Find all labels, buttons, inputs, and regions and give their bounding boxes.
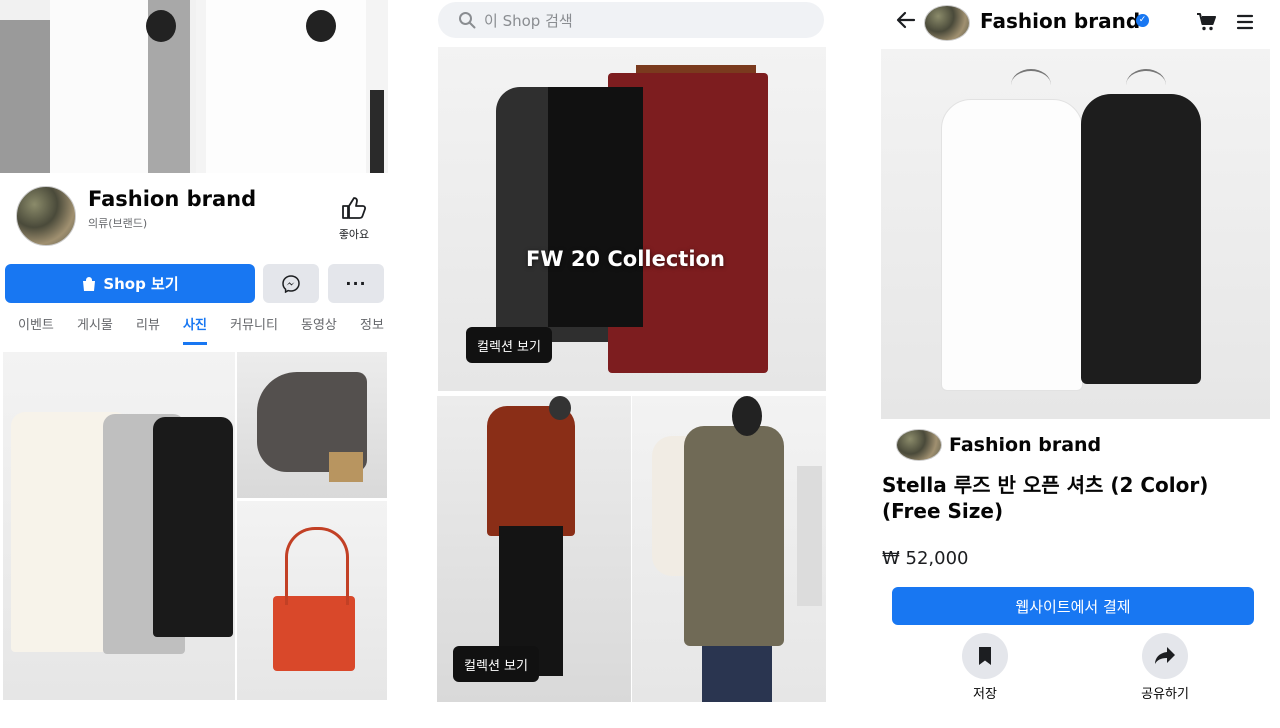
cover-photo-left[interactable] [0, 0, 196, 173]
back-arrow-icon [896, 11, 916, 29]
photo-sweaters[interactable] [3, 352, 235, 700]
menu-button[interactable] [1236, 13, 1256, 33]
product-title: Stella 루즈 반 오픈 셔츠 (2 Color) (Free Size) [882, 473, 1209, 523]
search-icon [459, 12, 476, 29]
tab-reviews[interactable]: 리뷰 [136, 314, 160, 345]
view-collection-label-2: 컬렉션 보기 [464, 658, 528, 674]
like-label: 좋아요 [338, 228, 370, 241]
share-label: 공유하기 [1141, 687, 1189, 702]
back-button[interactable] [896, 10, 918, 32]
page-name: Fashion brand [88, 187, 257, 211]
header-avatar[interactable] [924, 5, 970, 41]
messenger-icon [282, 274, 300, 293]
tab-posts[interactable]: 게시물 [77, 314, 113, 345]
photo-bag[interactable] [237, 501, 387, 700]
thumbs-up-icon [342, 197, 367, 219]
shop-button-label: Shop 보기 [103, 275, 179, 293]
search-placeholder: 이 Shop 검색 [484, 11, 573, 30]
share-button[interactable] [1142, 633, 1188, 679]
shop-panel: 이 Shop 검색 FW 20 Collection 컬렉션 보기 컬렉션 보기 [433, 0, 829, 728]
tab-photos[interactable]: 사진 [183, 314, 207, 345]
product-panel: Fashion brand ✓ Fashion brand Stella 루즈 … [874, 0, 1280, 728]
messenger-button[interactable] [263, 264, 319, 303]
product-image[interactable] [881, 49, 1270, 419]
tab-about[interactable]: 정보 [360, 314, 384, 345]
view-collection-button-1[interactable]: 컬렉션 보기 [466, 327, 552, 363]
shop-search-bar[interactable]: 이 Shop 검색 [438, 2, 824, 38]
page-category: 의류(브랜드) [88, 217, 148, 230]
view-collection-button-2[interactable]: 컬렉션 보기 [453, 646, 539, 682]
header-page-name[interactable]: Fashion brand [980, 9, 1140, 33]
more-button[interactable]: ··· [328, 264, 384, 303]
cover-photo-right[interactable] [196, 0, 388, 173]
verified-badge-icon: ✓ [1136, 14, 1149, 27]
page-tabs: 이벤트 게시물 리뷰 사진 커뮤니티 동영상 정보 [18, 314, 384, 345]
cart-button[interactable] [1196, 12, 1218, 34]
checkout-button[interactable]: 웹사이트에서 결제 [892, 587, 1254, 625]
shop-avatar[interactable] [896, 429, 942, 461]
more-icon: ··· [345, 273, 367, 293]
like-button[interactable]: 좋아요 [330, 196, 378, 241]
page-avatar[interactable] [16, 186, 76, 246]
save-button[interactable] [962, 633, 1008, 679]
tab-community[interactable]: 커뮤니티 [230, 314, 278, 345]
photo-boots[interactable] [237, 352, 387, 498]
collection-photo-vest[interactable] [632, 396, 826, 702]
view-collection-label-1: 컬렉션 보기 [477, 339, 541, 355]
product-price: ₩ 52,000 [882, 548, 969, 569]
tab-events[interactable]: 이벤트 [18, 314, 54, 345]
hamburger-menu-icon [1236, 14, 1254, 30]
share-arrow-icon [1155, 647, 1175, 664]
collection-title: FW 20 Collection [526, 247, 725, 271]
shop-button[interactable]: Shop 보기 [5, 264, 255, 303]
shop-name[interactable]: Fashion brand [949, 434, 1101, 456]
save-label: 저장 [973, 687, 997, 702]
tab-videos[interactable]: 동영상 [301, 314, 337, 345]
page-panel: Fashion brand 의류(브랜드) 좋아요 Shop 보기 ··· 이벤… [0, 0, 388, 728]
bookmark-icon [979, 647, 991, 665]
checkout-button-label: 웹사이트에서 결제 [1015, 597, 1131, 616]
shopping-bag-icon [83, 276, 96, 291]
shopping-cart-icon [1197, 13, 1216, 31]
